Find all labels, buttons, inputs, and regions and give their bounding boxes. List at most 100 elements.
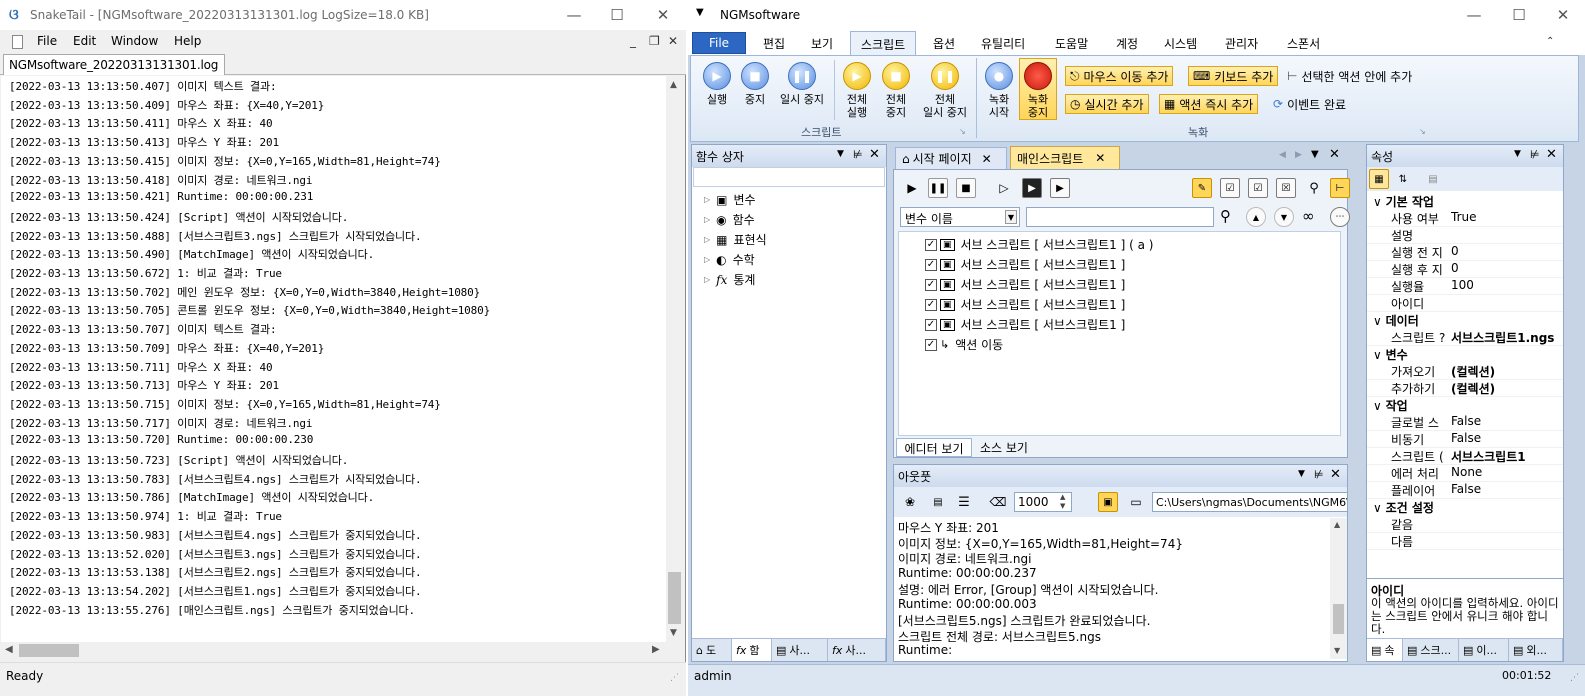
event-done-button[interactable]: ⟳ 이벤트 완료 [1269,94,1350,114]
property-value[interactable]: False [1451,482,1563,496]
editor-run-from-icon[interactable]: ▶ [1022,178,1042,198]
categorized-icon[interactable]: ▦ [1369,169,1389,189]
log-view[interactable]: [2022-03-13 13:13:50.407] 이미지 텍스트 결과: [20… [1,76,666,642]
menu-file[interactable]: File [37,34,57,48]
property-category[interactable]: ∨ 데이터 [1373,312,1419,329]
bottom-tab-user[interactable]: fx 사... [828,639,886,661]
close-button[interactable]: ✕ [640,0,686,30]
bottom-tab-external[interactable]: ▤ 외... [1509,639,1563,661]
panel-close-icon[interactable]: ✕ [1546,147,1557,162]
scroll-down-icon[interactable]: ▼ [670,628,677,638]
ribbon-tab-script[interactable]: 스크립트 [850,31,917,55]
script-item[interactable]: ✓ ▣ 서브 스크립트 [ 서브스크립트1 ] [925,296,1125,313]
ngm-titlebar[interactable]: ▼ NGMsoftware — ☐ ✕ [688,0,1585,30]
variable-value-input[interactable] [1026,207,1214,227]
property-value[interactable]: 0 [1451,244,1563,258]
expand-icon[interactable]: ▷ [704,275,710,284]
menu-edit[interactable]: Edit [73,34,96,48]
property-row[interactable]: 아이디 [1367,295,1563,312]
record-stop-button[interactable]: 녹화 중지 [1019,58,1057,120]
broom-icon[interactable]: ❀ [900,492,920,512]
tab-log-file[interactable]: NGMsoftware_20220313131301.log [3,54,226,75]
variable-search-icon[interactable]: ⚲ [1220,207,1231,225]
check-all-icon[interactable]: ☑ [1220,178,1240,198]
sort-az-icon[interactable]: ⇅ [1393,169,1413,189]
editor-pause-icon[interactable]: ❚❚ [928,178,948,198]
mdi-restore-button[interactable]: ❐ [649,34,660,48]
expand-icon[interactable]: ▷ [704,215,710,224]
pin-icon[interactable]: ⊭ [1530,148,1540,161]
add-mouse-move-button[interactable]: ⎋ 마우스 이동 추가 [1065,66,1174,86]
panel-close-icon[interactable]: ✕ [1330,467,1341,482]
maximize-button[interactable]: ☐ [594,0,640,30]
property-row[interactable]: 플레이어 False [1367,482,1563,499]
property-value[interactable]: False [1451,431,1563,445]
property-row[interactable]: 실행율 100 [1367,278,1563,295]
tab-start-page[interactable]: ⌂ 시작 페이지 ✕ [895,147,1007,169]
add-keyboard-button[interactable]: ⌨ 키보드 추가 [1188,66,1279,86]
output-log[interactable]: 마우스 Y 좌표: 201 이미지 정보: {X=0,Y=165,Width=81… [894,518,1329,659]
panel-dropdown-icon[interactable]: ▼ [837,149,844,159]
property-value[interactable]: False [1451,414,1563,428]
eraser-icon[interactable]: ⌫ [988,492,1008,512]
editor-edit-icon[interactable]: ✎ [1192,178,1212,198]
ribbon-tab-sponsor[interactable]: 스폰서 [1287,35,1320,52]
editor-run-to-icon[interactable]: ▶ [1050,178,1070,198]
ribbon-tab-edit[interactable]: 편집 [763,35,785,52]
infinity-icon[interactable]: ∞ [1302,207,1315,225]
property-value[interactable]: 0 [1451,261,1563,275]
property-row[interactable]: 스크립트 ? 서브스크립트1.ngs [1367,329,1563,346]
menu-help[interactable]: Help [174,34,201,48]
script-item[interactable]: ✓ ▣ 서브 스크립트 [ 서브스크립트1 ] [925,316,1125,333]
move-up-icon[interactable]: ▲ [1246,207,1266,227]
property-category[interactable]: ∨ 기본 작업 [1373,193,1434,210]
pause-button[interactable]: ❚❚ 일시 중지 [775,62,829,106]
collapse-icon[interactable]: ∨ [1373,195,1386,209]
minimize-button[interactable]: — [551,0,597,30]
tab-list-icon[interactable]: ▼ [1311,149,1319,160]
checkbox[interactable]: ✓ [925,318,937,331]
script-list[interactable]: ✓ ▣ 서브 스크립트 [ 서브스크립트1 ] ( a ) ✓ ▣ 서브 스크립트 [ … [898,231,1341,436]
folder-icon[interactable]: ▭ [1126,492,1146,512]
log-vertical-scrollbar[interactable]: ▲ ▼ [666,76,683,642]
panel-dropdown-icon[interactable]: ▼ [1514,149,1521,159]
collapse-icon[interactable]: ∨ [1373,399,1386,413]
property-pages-icon[interactable]: ▤ [1423,169,1443,189]
output-scroll-thumb[interactable] [1333,604,1344,634]
script-item[interactable]: ✓ ▣ 서브 스크립트 [ 서브스크립트1 ] [925,256,1125,273]
pause-all-button[interactable]: ❚❚ 전체 일시 중지 [917,62,973,119]
expand-icon[interactable]: ▷ [704,255,710,264]
ribbon-tab-utility[interactable]: 유틸리티 [981,35,1025,52]
tree-item-math[interactable]: ▷ ◐ 수학 [704,251,755,268]
property-row[interactable]: 다름 [1367,533,1563,550]
script-item[interactable]: ✓ ▣ 서브 스크립트 [ 서브스크립트1 ] [925,276,1125,293]
run-all-button[interactable]: ▶ 전체 실행 [839,62,875,119]
record-launcher-icon[interactable]: ↘ [1419,127,1426,136]
scroll-left-icon[interactable]: ◀ [5,644,13,655]
property-row[interactable]: 글로벌 스 False [1367,414,1563,431]
tab-close-icon[interactable]: ✕ [982,152,992,166]
run-button[interactable]: ▶ 실행 [699,62,735,106]
scroll-up-icon[interactable]: ▲ [1334,520,1340,529]
property-category[interactable]: ∨ 작업 [1373,397,1408,414]
ngm-maximize-button[interactable]: ☐ [1496,0,1542,30]
variable-select[interactable]: 변수 이름 ▼ [900,207,1020,227]
editor-stop-icon[interactable]: ■ [956,178,976,198]
property-row[interactable]: 설명 [1367,227,1563,244]
bottom-tab-props[interactable]: ▤ 속 [1367,639,1403,661]
mdi-close-button[interactable]: ✕ [668,34,678,48]
panel-close-icon[interactable]: ✕ [869,147,880,162]
ribbon-tab-options[interactable]: 옵션 [933,35,955,52]
script-item[interactable]: ✓ ↳ 액션 이동 [925,336,1003,353]
ribbon-tab-system[interactable]: 시스템 [1164,35,1197,52]
editor-tree-icon[interactable]: ⊢ [1330,178,1350,198]
tab-source-view[interactable]: 소스 보기 [974,438,1034,457]
resize-grip-icon[interactable]: ⋰ [1570,673,1579,683]
property-value[interactable]: 100 [1451,278,1563,292]
dropdown-arrow-icon[interactable]: ▼ [1005,210,1017,224]
output-path-field[interactable]: C:\Users\ngmas\Documents\NGM6\ [1152,492,1348,512]
scroll-up-icon[interactable]: ▲ [670,80,677,90]
script-item[interactable]: ✓ ▣ 서브 스크립트 [ 서브스크립트1 ] ( a ) [925,236,1153,253]
move-down-icon[interactable]: ▼ [1274,207,1294,227]
function-search-input[interactable] [693,167,885,187]
